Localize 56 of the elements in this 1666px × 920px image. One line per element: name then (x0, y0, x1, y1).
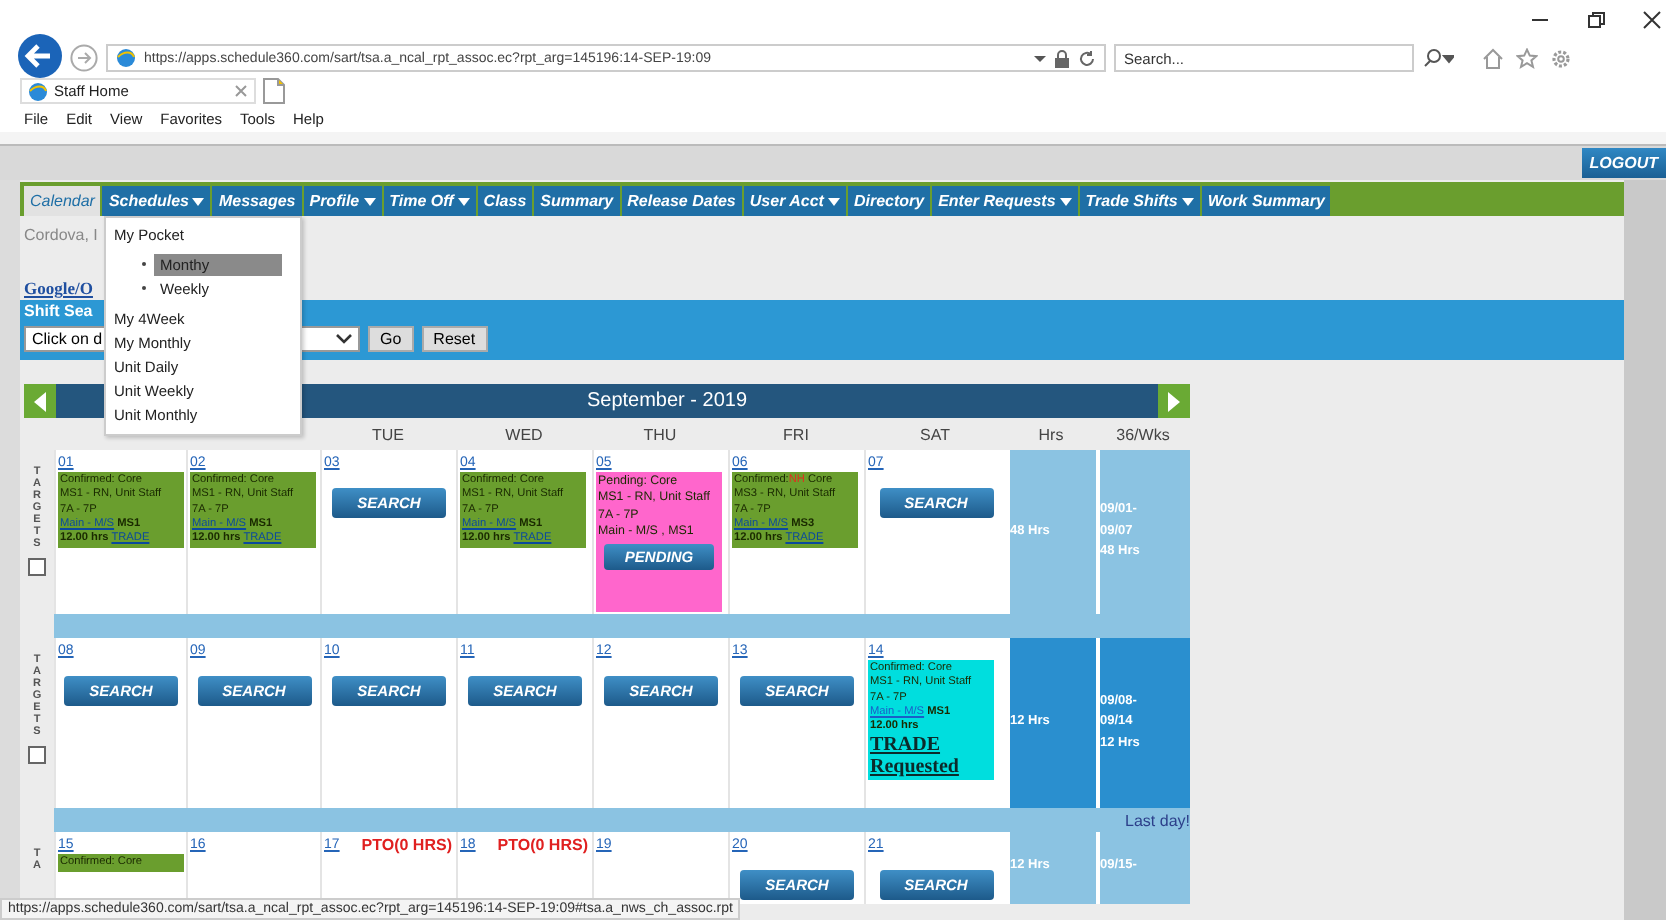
next-month-button[interactable] (1158, 384, 1190, 418)
column-header: Hrs (1036, 425, 1066, 443)
globe-icon (116, 48, 136, 68)
right-arrow-icon (1168, 391, 1180, 411)
caret-icon (363, 197, 376, 205)
column-header: SAT (918, 425, 952, 443)
nav-tab[interactable]: Messages (212, 186, 302, 216)
nav-tab[interactable]: Time Off (383, 186, 476, 216)
caret-icon (192, 197, 205, 205)
nav-tab[interactable]: Profile (303, 186, 382, 216)
nav-tab[interactable]: Release Dates (621, 186, 742, 216)
pto-label: PTO(0 HRS) (361, 835, 454, 853)
reset-button[interactable]: Reset (421, 326, 488, 352)
section-title: Shift Sea (24, 302, 93, 324)
user-name: Cordova, I (22, 224, 98, 248)
home-icon[interactable] (1482, 47, 1504, 69)
restore-icon[interactable] (1586, 10, 1606, 30)
nav-tab[interactable]: User Acct (743, 186, 846, 216)
pto-label: PTO(0 HRS) (497, 835, 590, 853)
refresh-icon[interactable] (1078, 49, 1096, 67)
lock-icon (1054, 49, 1070, 67)
search-icon[interactable] (1422, 48, 1454, 68)
left-arrow-icon (34, 391, 46, 411)
nav-tab[interactable]: Schedules (102, 186, 211, 216)
nav-tab[interactable]: Calendar (24, 186, 101, 216)
column-header: 36/Wks (1114, 425, 1172, 443)
checkbox[interactable] (28, 558, 46, 577)
note-text: Last day! (1125, 811, 1190, 829)
caret-icon (336, 334, 352, 344)
settings-icon[interactable] (1550, 47, 1572, 69)
caret-icon (457, 197, 470, 205)
caret-icon (827, 197, 840, 205)
globe-icon (28, 81, 48, 101)
go-button[interactable]: Go (368, 326, 414, 352)
column-header: WED (503, 425, 545, 443)
checkbox[interactable] (28, 746, 46, 765)
previous-month-button[interactable] (24, 384, 56, 418)
new-tab-icon[interactable] (262, 78, 286, 104)
close-icon[interactable] (1642, 10, 1662, 30)
nav-tab[interactable]: Trade Shifts (1079, 186, 1200, 216)
nav-tab[interactable]: Enter Requests (932, 186, 1078, 216)
caret-icon (1181, 197, 1194, 205)
column-header: FRI (781, 425, 811, 443)
star-icon[interactable] (1516, 47, 1538, 69)
nav-tab[interactable]: Summary (534, 186, 620, 216)
caret-icon[interactable] (1034, 52, 1046, 64)
nav-tab[interactable]: Directory (847, 186, 931, 216)
logout-button[interactable]: LOGOUT (1581, 148, 1666, 178)
nav-tab[interactable]: Work Summary (1201, 186, 1331, 216)
trade-requested-link[interactable]: TRADE Requested (870, 734, 992, 779)
google-link[interactable]: Google/O (20, 278, 93, 298)
column-header: THU (641, 425, 679, 443)
nav-tab[interactable]: Class (477, 186, 533, 216)
back-icon[interactable] (18, 34, 62, 78)
caret-icon (1059, 197, 1072, 205)
column-header: TUE (370, 425, 406, 443)
